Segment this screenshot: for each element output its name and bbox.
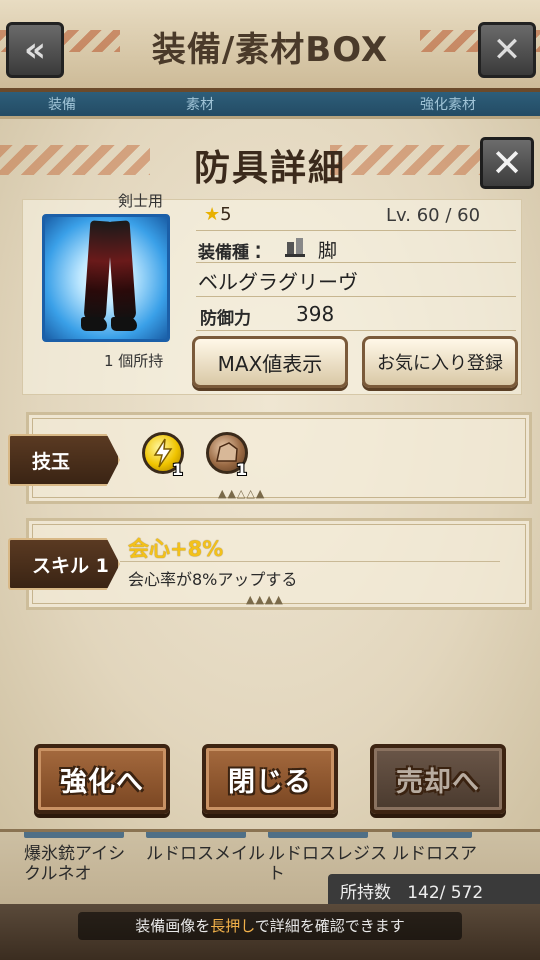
- list-item-name-cont: ト: [268, 864, 285, 884]
- divider: [196, 330, 516, 331]
- defense-value: 398: [296, 302, 335, 326]
- list-item[interactable]: ルドロスメイル: [146, 822, 265, 892]
- equip-type-label: 装備種 ⁚: [198, 243, 262, 263]
- armor-image[interactable]: [42, 214, 170, 342]
- rarity-value: 5: [220, 204, 232, 225]
- favorite-button[interactable]: お気に入り登録: [362, 336, 518, 388]
- list-item-name: ルドロスア: [392, 844, 477, 864]
- gem-count: 1: [236, 460, 248, 479]
- leg-armor-icon: [81, 220, 137, 339]
- slots-tab-label: 技玉: [8, 434, 120, 486]
- enhance-button[interactable]: 強化へ: [34, 744, 170, 814]
- box-close-button[interactable]: ✕: [478, 22, 536, 78]
- list-item[interactable]: 爆氷銃アイシ クルネオ: [24, 822, 125, 892]
- skill-name: 会心+8%: [128, 537, 224, 561]
- owned-count-value: 142/ 572: [407, 883, 484, 903]
- leg-slot-icon: [285, 238, 305, 257]
- armor-name: ベルグラグリーヴ: [198, 270, 358, 294]
- close-icon: ✕: [492, 30, 522, 70]
- equip-type-label-text: 装備種: [198, 243, 249, 263]
- divider: [196, 230, 516, 231]
- list-item-name: ルドロスレジス: [268, 844, 387, 864]
- owned-count-label: 所持数: [340, 883, 391, 903]
- divider: [196, 296, 516, 297]
- skill-indicator: ▲▲▲▲: [246, 593, 284, 606]
- modal-title: 防具詳細: [193, 148, 346, 189]
- back-arrow-icon: «: [24, 30, 46, 70]
- modal-close-button[interactable]: ✕: [480, 137, 534, 189]
- slot-indicator: ▲▲△△▲: [218, 487, 266, 500]
- max-value-button[interactable]: MAX値表示: [192, 336, 348, 388]
- hint-prefix: 装備画像を: [135, 917, 211, 935]
- list-item-name-cont: クルネオ: [24, 864, 92, 884]
- back-button[interactable]: «: [6, 22, 64, 78]
- skill-tab-label: スキル 1: [8, 538, 120, 590]
- close-icon: ✕: [491, 141, 523, 185]
- list-item-name: 爆氷銃アイシ: [24, 844, 126, 864]
- rarity: ★5: [204, 204, 232, 225]
- hint-suffix: で詳細を確認できます: [254, 917, 405, 935]
- divider: [120, 561, 500, 562]
- close-button[interactable]: 閉じる: [202, 744, 338, 814]
- owned-count: 所持数 142/ 572: [328, 874, 540, 904]
- tab-equipment[interactable]: 装備: [48, 94, 76, 114]
- hint-text: 装備画像を長押しで詳細を確認できます: [78, 912, 462, 940]
- sell-button[interactable]: 売却へ: [370, 744, 506, 814]
- star-icon: ★: [204, 204, 221, 225]
- skill-description: 会心率が8%アップする: [128, 570, 298, 589]
- class-label: 剣士用: [118, 192, 164, 210]
- hint-highlight: 長押し: [210, 917, 255, 935]
- gem-count: 1: [172, 460, 184, 479]
- tab-enhance-materials[interactable]: 強化素材: [420, 94, 476, 114]
- owned-quantity: 1 個所持: [104, 352, 164, 370]
- tab-materials[interactable]: 素材: [186, 94, 214, 114]
- defense-label: 防御力: [200, 309, 251, 329]
- list-item-name: ルドロスメイル: [146, 844, 265, 864]
- box-title: 装備/素材BOX: [151, 30, 389, 70]
- equip-type-value: 脚: [318, 240, 338, 262]
- item-level: Lv. 60 / 60: [386, 205, 481, 226]
